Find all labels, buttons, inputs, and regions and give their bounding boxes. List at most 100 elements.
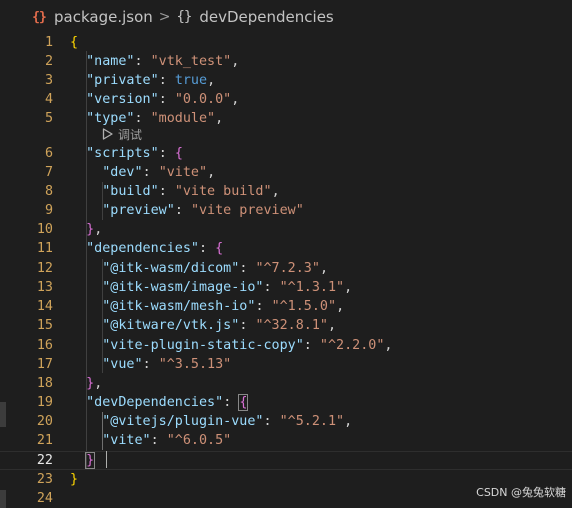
code-editor[interactable]: {} package.json > {} devDependencies 调试 … (0, 0, 572, 508)
breadcrumb-file[interactable]: package.json (54, 8, 153, 26)
code-token: , (231, 92, 240, 107)
code-token: : (150, 433, 167, 448)
code-token: } (86, 376, 95, 391)
code-token: : (174, 203, 191, 218)
code-token: , (94, 376, 103, 391)
code-line[interactable]: 10 }, (0, 220, 572, 239)
code-line[interactable]: 9 "preview": "vite preview" (0, 201, 572, 220)
line-number: 17 (36, 357, 53, 372)
code-line[interactable]: 19 "devDependencies": { (0, 393, 572, 412)
line-number: 3 (44, 73, 53, 88)
code-token: : (263, 280, 280, 295)
code-token: "module" (150, 111, 216, 126)
code-text: }, (70, 220, 102, 239)
line-number: 11 (36, 241, 53, 256)
code-token: , (271, 184, 280, 199)
code-line[interactable]: 1{ (0, 33, 572, 52)
code-token: { (174, 146, 183, 161)
code-token: "@itk-wasm/dicom" (102, 261, 240, 276)
code-line[interactable]: 6 "scripts": { (0, 144, 572, 163)
code-token: } (85, 452, 96, 469)
line-number: 23 (36, 472, 53, 487)
object-symbol-icon: {} (176, 9, 193, 25)
code-token: "vite" (102, 433, 151, 448)
code-token: "@itk-wasm/image-io" (102, 280, 264, 295)
code-line[interactable]: 2 "name": "vtk_test", (0, 52, 572, 71)
code-token: , (319, 261, 328, 276)
code-text: "@vitejs/plugin-vue": "^5.2.1", (70, 412, 352, 431)
code-line[interactable]: 8 "build": "vite build", (0, 182, 572, 201)
code-line[interactable]: 7 "dev": "vite", (0, 163, 572, 182)
line-number: 1 (44, 35, 53, 50)
code-token: "version" (86, 92, 159, 107)
code-token: : (134, 54, 151, 69)
code-line[interactable]: 12 "@itk-wasm/dicom": "^7.2.3", (0, 259, 572, 278)
code-token: : (303, 338, 320, 353)
code-token: , (384, 338, 393, 353)
code-text: "scripts": { (70, 144, 183, 163)
code-text: "vue": "^3.5.13" (70, 355, 231, 374)
code-token: "@kitware/vtk.js" (102, 318, 240, 333)
code-token: : (142, 357, 159, 372)
code-line[interactable]: 16 "vite-plugin-static-copy": "^2.2.0", (0, 336, 572, 355)
line-number: 18 (36, 376, 53, 391)
code-token: "devDependencies" (86, 395, 224, 410)
code-token: "vite" (158, 165, 208, 180)
code-text: { (70, 33, 78, 52)
code-line[interactable]: 20 "@vitejs/plugin-vue": "^5.2.1", (0, 412, 572, 431)
json-braces-icon: {} (32, 9, 47, 25)
line-number: 6 (44, 146, 53, 161)
code-token: : (158, 92, 175, 107)
code-line[interactable]: 22 } (0, 451, 572, 470)
code-token: "dependencies" (86, 241, 199, 256)
code-token: "type" (86, 111, 135, 126)
code-line[interactable]: 14 "@itk-wasm/mesh-io": "^1.5.0", (0, 297, 572, 316)
code-token: { (215, 241, 224, 256)
breadcrumb-symbol[interactable]: devDependencies (199, 8, 333, 26)
line-number: 19 (36, 395, 53, 410)
code-line[interactable]: 17 "vue": "^3.5.13" (0, 355, 572, 374)
code-token: "vtk_test" (150, 54, 232, 69)
code-token: "scripts" (86, 146, 159, 161)
code-line[interactable]: 11 "dependencies": { (0, 239, 572, 258)
watermark: CSDN @兔兔软糖 (476, 486, 566, 499)
code-text: "vite": "^6.0.5" (70, 431, 231, 450)
code-token: "vite preview" (190, 203, 304, 218)
code-line[interactable]: 18 }, (0, 374, 572, 393)
code-line[interactable]: 4 "version": "0.0.0", (0, 90, 572, 109)
code-line[interactable]: 5 "type": "module", (0, 109, 572, 128)
code-text: "@kitware/vtk.js": "^32.8.1", (70, 316, 336, 335)
codelens-label: 调试 (118, 127, 143, 142)
code-token: , (344, 414, 353, 429)
line-number: 20 (36, 414, 53, 429)
code-text: "private": true, (70, 71, 215, 90)
code-token: "^6.0.5" (166, 433, 232, 448)
code-token: "@itk-wasm/mesh-io" (102, 299, 256, 314)
code-line[interactable]: 15 "@kitware/vtk.js": "^32.8.1", (0, 316, 572, 335)
code-token: "^1.5.0" (271, 299, 337, 314)
code-text: "build": "vite build", (70, 182, 280, 201)
code-token: , (344, 280, 353, 295)
code-line[interactable]: 3 "private": true, (0, 71, 572, 90)
code-token: : (223, 395, 240, 410)
code-text: "dev": "vite", (70, 163, 215, 182)
code-token: : (199, 241, 216, 256)
code-line[interactable]: 13 "@itk-wasm/image-io": "^1.3.1", (0, 278, 572, 297)
line-number: 7 (44, 165, 53, 180)
code-line[interactable]: 21 "vite": "^6.0.5" (0, 431, 572, 450)
code-token: "vue" (102, 357, 143, 372)
code-token: , (215, 111, 224, 126)
code-text: "version": "0.0.0", (70, 90, 239, 109)
line-number: 21 (36, 433, 53, 448)
